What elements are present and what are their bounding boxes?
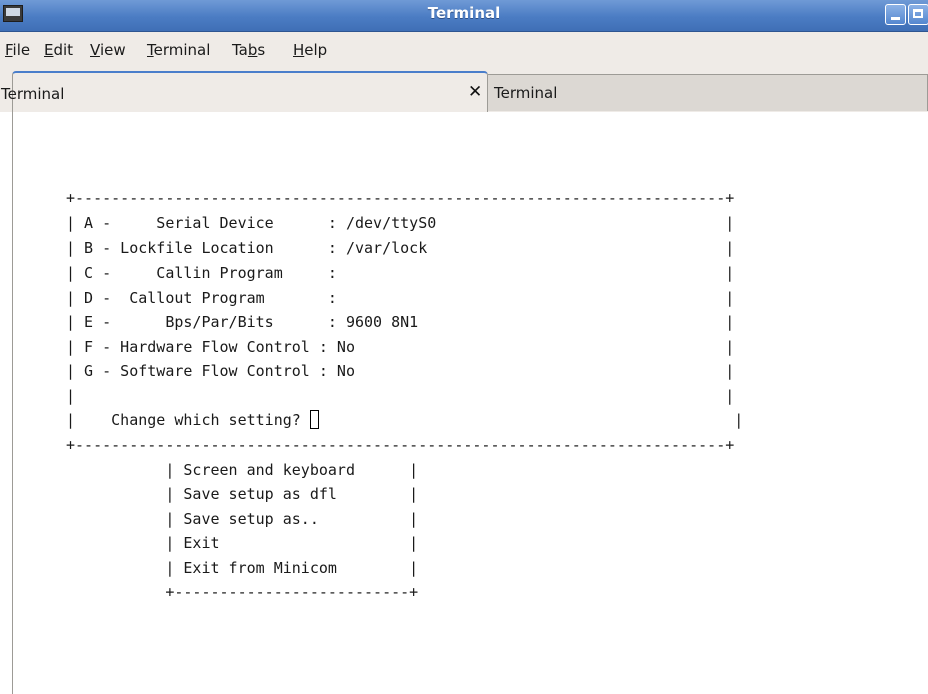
menu-terminal[interactable]: Terminal <box>147 41 210 59</box>
terminal-line: | C - Callin Program : | <box>66 264 735 282</box>
menu-help[interactable]: Help <box>293 41 327 59</box>
tab-label: Terminal <box>1 85 65 103</box>
terminal-window: Terminal File Edit View Terminal Tabs He… <box>0 0 928 694</box>
close-tab-icon[interactable]: ✕ <box>468 82 482 102</box>
terminal-line: | Save setup as.. | <box>66 510 419 528</box>
terminal-line: +--------------------------+ <box>66 583 419 601</box>
terminal-line: | F - Hardware Flow Control : No | <box>66 338 735 356</box>
terminal-line: | B - Lockfile Location : /var/lock | <box>66 239 735 257</box>
terminal-line: | Exit | <box>66 534 419 552</box>
terminal-line: +---------------------------------------… <box>66 436 735 454</box>
menu-edit[interactable]: Edit <box>44 41 73 59</box>
terminal-line: | D - Callout Program : | <box>66 289 735 307</box>
terminal-line: | Exit from Minicom | <box>66 559 419 577</box>
minimize-icon[interactable] <box>885 4 906 25</box>
prompt-line: | Change which setting? | <box>66 410 743 430</box>
tab-terminal-1[interactable]: Terminal ✕ <box>1 71 488 113</box>
text-cursor <box>309 410 319 429</box>
tab-terminal-2[interactable]: Terminal <box>488 74 928 111</box>
window-title: Terminal <box>427 4 501 22</box>
menu-view[interactable]: View <box>90 41 126 59</box>
terminal-line: | Save setup as dfl | <box>66 485 419 503</box>
title-bar[interactable]: Terminal <box>0 0 928 32</box>
terminal-line: | G - Software Flow Control : No | <box>66 362 735 380</box>
maximize-icon[interactable] <box>908 4 928 25</box>
terminal-line: | E - Bps/Par/Bits : 9600 8N1 | <box>66 313 735 331</box>
tab-label: Terminal <box>494 84 558 102</box>
terminal-screen[interactable]: +---------------------------------------… <box>12 112 928 694</box>
prompt-border: | <box>318 411 744 429</box>
terminal-line: | Screen and keyboard | <box>66 461 419 479</box>
prompt-text: | Change which setting? <box>66 411 310 429</box>
terminal-line: | | <box>66 387 735 405</box>
tab-bar: Terminal ✕ Terminal <box>0 68 928 113</box>
terminal-line: +---------------------------------------… <box>66 189 735 207</box>
menu-file[interactable]: File <box>5 41 30 59</box>
terminal-line: | A - Serial Device : /dev/ttyS0 | <box>66 214 735 232</box>
menu-bar: File Edit View Terminal Tabs Help <box>0 32 928 68</box>
menu-tabs[interactable]: Tabs <box>232 41 265 59</box>
